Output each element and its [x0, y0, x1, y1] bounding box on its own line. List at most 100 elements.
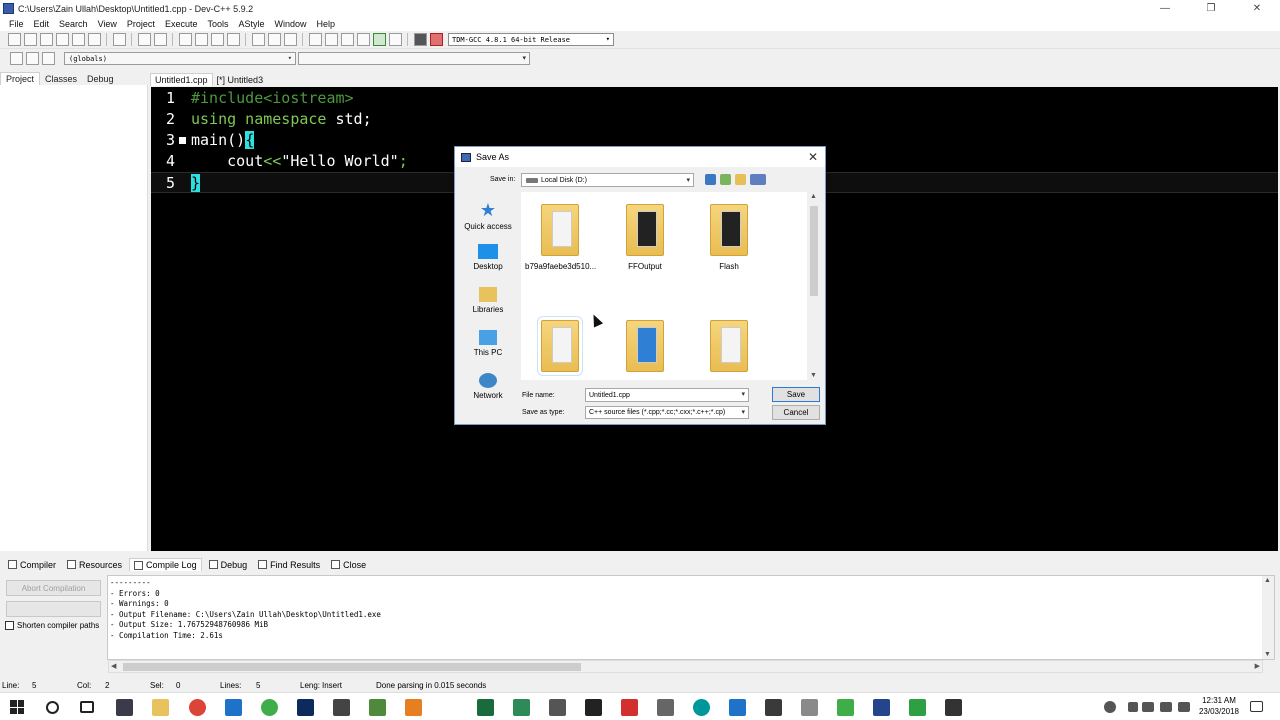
menu-tools[interactable]: Tools: [202, 19, 233, 29]
shorten-paths-checkbox[interactable]: [5, 621, 14, 630]
folder-item[interactable]: b79a9faebe3d510...: [525, 204, 596, 271]
arduino-icon[interactable]: [693, 699, 710, 716]
network-tray-icon[interactable]: [1142, 702, 1154, 712]
close-file-icon[interactable]: [71, 33, 85, 46]
unindent-icon[interactable]: [267, 33, 281, 46]
project-browser[interactable]: [0, 85, 148, 551]
goto-definition-icon[interactable]: [25, 52, 39, 65]
indent-icon[interactable]: [251, 33, 265, 46]
save-in-select[interactable]: Local Disk (D:) ▾: [521, 173, 694, 187]
windows-start-icon[interactable]: [10, 700, 24, 714]
scroll-down-icon[interactable]: ▼: [810, 372, 817, 379]
place-quick-access[interactable]: ★ Quick access: [459, 201, 517, 231]
undo-icon[interactable]: [137, 33, 151, 46]
tab-compile-log[interactable]: Compile Log: [129, 558, 202, 571]
back-icon[interactable]: [705, 174, 716, 185]
scroll-up-icon[interactable]: ▲: [1264, 577, 1271, 584]
menu-help[interactable]: Help: [312, 19, 341, 29]
compile-log[interactable]: --------- - Errors: 0- Warnings: 0- Outpu…: [107, 575, 1275, 660]
app-icon[interactable]: [657, 699, 674, 716]
place-libraries[interactable]: Libraries: [459, 287, 517, 314]
file-list[interactable]: b79a9faebe3d510... FFOutput Flash: [521, 192, 807, 380]
fold-marker-icon[interactable]: [179, 137, 186, 144]
menu-view[interactable]: View: [93, 19, 122, 29]
new-project-icon[interactable]: [308, 33, 322, 46]
app-icon[interactable]: [801, 699, 818, 716]
app-icon[interactable]: [909, 699, 926, 716]
menu-file[interactable]: File: [4, 19, 29, 29]
compiler-select[interactable]: TDM-GCC 4.8.1 64-bit Release ▾: [448, 33, 614, 46]
close-all-icon[interactable]: [87, 33, 101, 46]
tab-compiler[interactable]: Compiler: [4, 559, 60, 571]
file-explorer-icon[interactable]: [152, 699, 169, 716]
save-button[interactable]: Save: [772, 387, 820, 402]
close-icon[interactable]: ✕: [801, 150, 825, 164]
scroll-thumb[interactable]: [810, 206, 818, 296]
project-options-icon[interactable]: [324, 33, 338, 46]
menu-astyle[interactable]: AStyle: [233, 19, 269, 29]
new-folder-icon[interactable]: [735, 174, 746, 185]
app-icon[interactable]: [369, 699, 386, 716]
close-window-button[interactable]: ✕: [1234, 0, 1280, 17]
app-icon[interactable]: [945, 699, 962, 716]
folder-item[interactable]: [694, 320, 764, 378]
scope-select[interactable]: (globals) ▾: [64, 52, 296, 65]
scroll-up-icon[interactable]: ▲: [810, 193, 817, 200]
check-syntax-icon[interactable]: [372, 33, 386, 46]
file-list-scrollbar[interactable]: ▲ ▼: [807, 192, 821, 380]
add-to-project-icon[interactable]: [340, 33, 354, 46]
toggle-bookmark-icon[interactable]: [283, 33, 297, 46]
unlabeled-button[interactable]: [6, 601, 101, 617]
menu-project[interactable]: Project: [122, 19, 160, 29]
menu-search[interactable]: Search: [54, 19, 93, 29]
remove-from-project-icon[interactable]: [356, 33, 370, 46]
app-icon[interactable]: [621, 699, 638, 716]
keyboard-icon[interactable]: [1178, 702, 1190, 712]
tab-debug-bottom[interactable]: Debug: [205, 559, 252, 571]
app-icon[interactable]: [837, 699, 854, 716]
tab-classes[interactable]: Classes: [40, 73, 82, 85]
clock[interactable]: 12:31 AM 23/03/2018: [1196, 695, 1242, 717]
goto-line-icon[interactable]: [226, 33, 240, 46]
utorrent-icon[interactable]: [261, 699, 278, 716]
replace-icon[interactable]: [194, 33, 208, 46]
abort-icon[interactable]: [388, 33, 402, 46]
scroll-thumb[interactable]: [123, 663, 581, 671]
view-menu-icon[interactable]: [750, 174, 766, 185]
goto-declaration-icon[interactable]: [9, 52, 23, 65]
tab-debug[interactable]: Debug: [82, 73, 119, 85]
print-icon[interactable]: [112, 33, 126, 46]
maximize-button[interactable]: ❐: [1188, 0, 1234, 17]
people-icon[interactable]: [1104, 701, 1116, 713]
app-icon[interactable]: [765, 699, 782, 716]
log-vertical-scrollbar[interactable]: ▲ ▼: [1262, 576, 1274, 659]
edge-icon[interactable]: [225, 699, 242, 716]
app-icon[interactable]: [549, 699, 566, 716]
abort-compilation-button[interactable]: Abort Compilation: [6, 580, 101, 596]
open-file-icon[interactable]: [23, 33, 37, 46]
notification-icon[interactable]: [1250, 701, 1263, 712]
devcpp-taskbar-icon[interactable]: [873, 699, 890, 716]
place-this-pc[interactable]: This PC: [459, 330, 517, 357]
volume-icon[interactable]: [1160, 702, 1172, 712]
new-file-icon[interactable]: [7, 33, 21, 46]
tab-find-results[interactable]: Find Results: [254, 559, 324, 571]
file-name-input[interactable]: Untitled1.cpp ▾: [585, 388, 749, 402]
save-all-icon[interactable]: [55, 33, 69, 46]
shorten-paths-option[interactable]: Shorten compiler paths: [5, 621, 99, 630]
up-folder-icon[interactable]: [720, 174, 731, 185]
tab-resources[interactable]: Resources: [63, 559, 126, 571]
log-horizontal-scrollbar[interactable]: ◀ ▶: [108, 660, 1263, 673]
tab-project[interactable]: Project: [0, 72, 41, 85]
folder-item[interactable]: FFOutput: [610, 204, 680, 271]
photoshop-icon[interactable]: [297, 699, 314, 716]
cancel-button[interactable]: Cancel: [772, 405, 820, 420]
folder-item[interactable]: Flash: [694, 204, 764, 271]
debug-icon[interactable]: [429, 33, 443, 46]
find-icon[interactable]: [178, 33, 192, 46]
insert-snippet-icon[interactable]: [41, 52, 55, 65]
tray-chevron-icon[interactable]: [1128, 702, 1138, 712]
task-view-icon[interactable]: [80, 701, 94, 713]
app-icon[interactable]: [585, 699, 602, 716]
save-icon[interactable]: [39, 33, 53, 46]
